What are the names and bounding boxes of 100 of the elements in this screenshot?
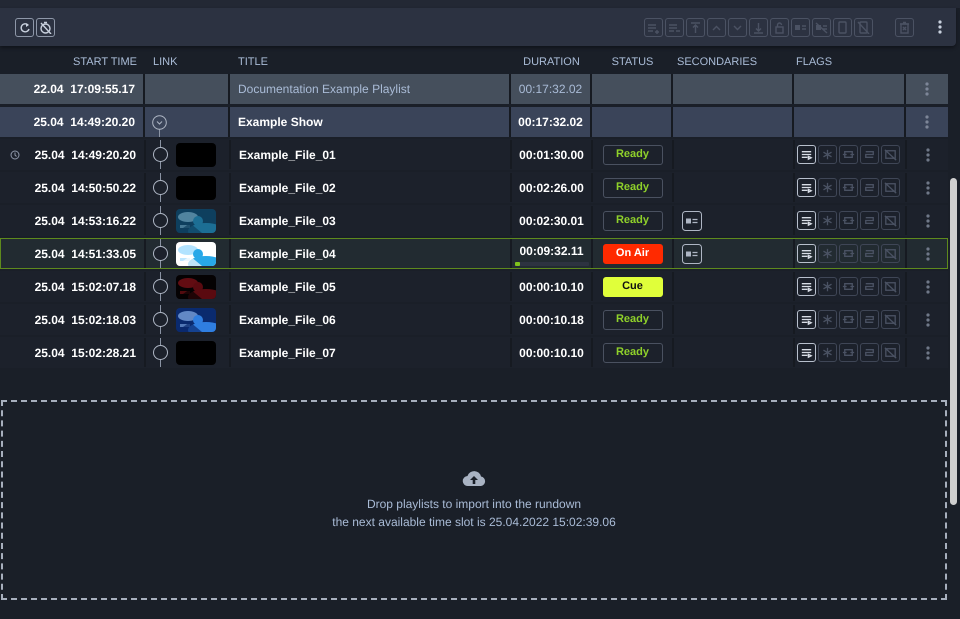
refresh-icon <box>18 20 31 34</box>
more-icon <box>926 180 930 194</box>
loop-flag-button[interactable] <box>839 244 858 263</box>
loop-flag-button[interactable] <box>839 178 858 197</box>
no-video-icon <box>883 147 898 162</box>
swap-flag-button[interactable] <box>860 178 879 197</box>
duration-text: 00:17:32.02 <box>518 114 583 131</box>
more-icon <box>926 246 930 260</box>
snowflake-icon <box>820 213 835 228</box>
lock-icon <box>773 20 786 34</box>
no-video-icon <box>883 213 898 228</box>
link-node-icon <box>153 213 168 228</box>
timer-off-icon <box>39 20 52 34</box>
drop-hint-text: Drop playlists to import into the rundown <box>366 496 582 512</box>
no-video-flag-button[interactable] <box>881 211 900 230</box>
title-text: Example_File_06 <box>239 312 336 328</box>
status-badge: Ready <box>602 210 662 230</box>
column-header: TITLE <box>238 54 268 70</box>
status-badge: Ready <box>602 178 662 198</box>
status-badge: Ready <box>602 144 662 164</box>
duration-text: 00:00:10.10 <box>519 344 584 362</box>
swap-flag-button[interactable] <box>860 145 879 164</box>
more-icon <box>926 214 930 228</box>
snowflake-icon <box>820 279 835 294</box>
duration-text: 00:00:10.10 <box>519 278 584 296</box>
playlist-row[interactable]: 22.04 17:09:55.17 Documentation Example Playlist 00:17:32.02 <box>0 74 948 104</box>
swap-flag-button[interactable] <box>860 343 879 362</box>
title-text: Example Show <box>238 114 323 131</box>
refresh-button[interactable] <box>15 18 34 36</box>
secondary-event-icon[interactable] <box>682 210 702 230</box>
no-video-icon <box>883 246 898 261</box>
playlist-flag-button[interactable] <box>797 178 816 197</box>
show-row[interactable]: 25.04 14:49:20.20 Example Show 00:17:32.02 <box>0 107 948 137</box>
status-badge: Ready <box>602 342 662 362</box>
link-node-icon <box>153 180 168 195</box>
start-time: 22.04 17:09:55.17 <box>34 81 135 98</box>
drop-hint-text: the next available time slot is 25.04.2022 15:02:39.06 <box>332 514 616 530</box>
scrollbar[interactable] <box>950 178 957 505</box>
title-text: Example_File_02 <box>239 180 336 196</box>
snowflake-icon <box>820 246 835 261</box>
playlist-flag-button[interactable] <box>797 145 816 164</box>
snowflake-icon <box>820 345 835 360</box>
no-video-flag-button[interactable] <box>881 178 900 197</box>
trash-icon <box>898 20 911 34</box>
title-text: Example_File_04 <box>239 246 336 262</box>
playlist-flag-button[interactable] <box>797 343 816 362</box>
column-header: FLAGS <box>796 54 832 70</box>
no-video-flag-button[interactable] <box>881 343 900 362</box>
no-video-icon <box>883 312 898 327</box>
column-header: DURATION <box>523 54 580 70</box>
start-time: 25.04 15:02:28.21 <box>34 344 136 362</box>
swap-flag-button[interactable] <box>860 244 879 263</box>
no-video-flag-button[interactable] <box>881 145 900 164</box>
loop-flag-button[interactable] <box>839 310 858 329</box>
loop-flag-button[interactable] <box>839 211 858 230</box>
more-icon <box>926 346 930 360</box>
swap-flag-button[interactable] <box>860 211 879 230</box>
status-badge: Cue <box>602 276 662 296</box>
drop-zone[interactable]: Drop playlists to import into the rundown the next available time slot is 25.04.2022 15:02:39.06 <box>1 400 947 600</box>
no-video-icon <box>883 180 898 195</box>
duration-text: 00:09:32.11 <box>519 242 584 260</box>
playlist-flag-button[interactable] <box>797 277 816 296</box>
start-time: 25.04 14:49:20.20 <box>34 114 135 131</box>
playlist-flag-button[interactable] <box>797 244 816 263</box>
title-text: Example_File_03 <box>239 212 336 230</box>
duration-text: 00:17:32.02 <box>518 81 582 98</box>
more-icon <box>938 20 942 34</box>
no-video-flag-button[interactable] <box>881 310 900 329</box>
more-icon <box>926 148 930 162</box>
duration-text: 00:02:30.01 <box>519 212 584 230</box>
snowflake-icon <box>820 147 835 162</box>
loop-flag-button[interactable] <box>839 277 858 296</box>
more-icon <box>925 82 929 96</box>
no-video-flag-button[interactable] <box>881 277 900 296</box>
playlist-flag-button[interactable] <box>797 211 816 230</box>
no-video-icon <box>883 279 898 294</box>
snowflake-icon <box>820 180 835 195</box>
more-icon <box>925 115 929 129</box>
snowflake-icon <box>820 312 835 327</box>
start-time: 25.04 15:02:07.18 <box>34 278 136 296</box>
title-text: Documentation Example Playlist <box>238 81 410 98</box>
no-video-icon <box>883 345 898 360</box>
more-icon <box>926 312 930 326</box>
loop-flag-button[interactable] <box>839 145 858 164</box>
playlist-flag-button[interactable] <box>797 310 816 329</box>
secondary-off-icon <box>815 20 828 34</box>
swap-flag-button[interactable] <box>860 277 879 296</box>
title-text: Example_File_07 <box>239 344 336 362</box>
column-header: LINK <box>153 54 178 70</box>
link-node-icon <box>153 147 168 162</box>
column-header: STATUS <box>612 54 654 70</box>
start-time: 25.04 15:02:18.03 <box>34 312 136 328</box>
no-video-flag-button[interactable] <box>881 244 900 263</box>
swap-flag-button[interactable] <box>860 310 879 329</box>
rundown-row[interactable]: 25.04 14:51:33.05 Example_File_04 00:09:32.11 On Air <box>0 238 948 269</box>
loop-flag-button[interactable] <box>839 343 858 362</box>
collapse-toggle-icon[interactable] <box>152 114 167 130</box>
secondary-event-icon[interactable] <box>682 244 702 264</box>
more-icon <box>926 280 930 294</box>
timer-off-button[interactable] <box>36 18 55 36</box>
